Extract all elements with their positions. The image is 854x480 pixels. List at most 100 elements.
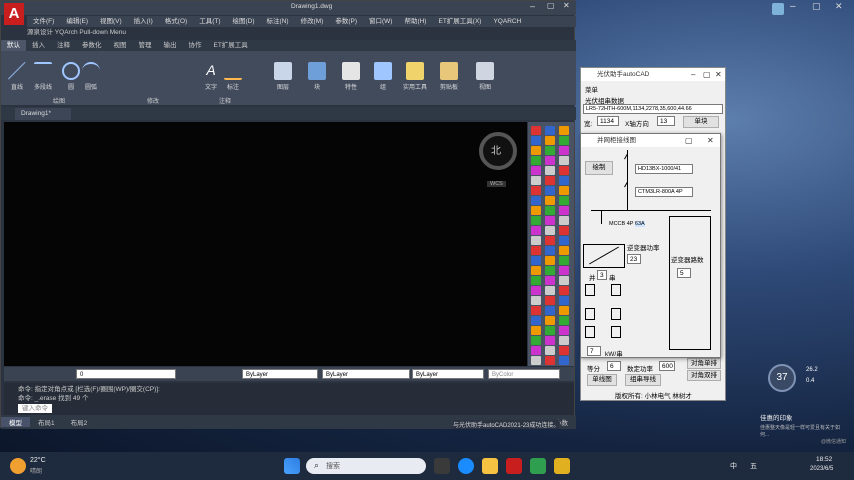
clipboard-tool[interactable]: 剪贴板	[435, 55, 463, 91]
tab-collaborate[interactable]: 协作	[183, 40, 208, 51]
palette-tool-icon[interactable]	[559, 246, 569, 255]
drawing-canvas[interactable]	[4, 122, 527, 366]
palette-tool-icon[interactable]	[545, 266, 555, 275]
command-input[interactable]: 键入命令	[18, 404, 52, 413]
palette-tool-icon[interactable]	[559, 326, 569, 335]
palette-tool-icon[interactable]	[559, 286, 569, 295]
dialog-menu[interactable]: 菜单	[585, 84, 598, 94]
palette-tool-icon[interactable]	[531, 206, 541, 215]
desktop-close-icon[interactable]: ✕	[835, 1, 843, 12]
palette-tool-icon[interactable]	[545, 256, 555, 265]
menu-yqarch[interactable]: YQARCH	[487, 16, 527, 27]
palette-tool-icon[interactable]	[559, 336, 569, 345]
menu-dimension[interactable]: 标注(N)	[261, 16, 295, 27]
panel-annotate-label[interactable]: 注释	[219, 96, 231, 105]
palette-tool-icon[interactable]	[531, 176, 541, 185]
palette-tool-icon[interactable]	[559, 156, 569, 165]
weather-icon[interactable]	[10, 458, 26, 474]
breaker1-input[interactable]: HD13BX-1000/41	[635, 164, 693, 174]
palette-tool-icon[interactable]	[559, 136, 569, 145]
palette-tool-icon[interactable]	[531, 256, 541, 265]
ime-indicator[interactable]: 五	[750, 461, 757, 471]
palette-tool-icon[interactable]	[545, 356, 555, 365]
palette-tool-icon[interactable]	[531, 276, 541, 285]
tab-insert[interactable]: 插入	[26, 40, 51, 51]
tab-layout2[interactable]: 布局2	[63, 417, 96, 427]
language-indicator[interactable]: 中	[730, 461, 737, 471]
autocad-logo[interactable]: A	[4, 3, 24, 25]
palette-tool-icon[interactable]	[545, 156, 555, 165]
palette-tool-icon[interactable]	[559, 266, 569, 275]
palette-tool-icon[interactable]	[545, 236, 555, 245]
palette-tool-icon[interactable]	[545, 246, 555, 255]
tab-manage[interactable]: 管理	[133, 40, 158, 51]
menu-window[interactable]: 窗口(W)	[363, 16, 398, 27]
tab-model[interactable]: 模型	[1, 417, 30, 427]
weather-temp[interactable]: 22°C	[30, 457, 46, 464]
palette-tool-icon[interactable]	[531, 336, 541, 345]
dialog-maximize-icon[interactable]: ▢	[703, 68, 711, 81]
dialog-close-icon[interactable]: ✕	[715, 68, 722, 81]
linetype-dropdown[interactable]: ByLayer	[322, 369, 410, 379]
layer-dropdown[interactable]: 0	[76, 369, 176, 379]
palette-tool-icon[interactable]	[559, 296, 569, 305]
notification-card[interactable]: 佳惠的印象 佳惠整天像是轻一样可爱且有关于如何... @微信通知	[760, 412, 846, 445]
palette-tool-icon[interactable]	[559, 146, 569, 155]
arc-tool[interactable]: 圆弧	[77, 55, 105, 91]
menu-edit[interactable]: 编辑(E)	[60, 16, 94, 27]
palette-tool-icon[interactable]	[545, 306, 555, 315]
palette-tool-icon[interactable]	[531, 226, 541, 235]
palette-tool-icon[interactable]	[531, 306, 541, 315]
menu-draw[interactable]: 绘图(D)	[227, 16, 261, 27]
explorer-icon[interactable]	[482, 458, 498, 474]
breaker2-input[interactable]: CTM3LR-800A 4P	[635, 187, 693, 197]
single-block-button[interactable]: 单块	[683, 116, 719, 128]
dimension-tool[interactable]: 标注	[219, 55, 247, 91]
palette-tool-icon[interactable]	[545, 296, 555, 305]
palette-tool-icon[interactable]	[559, 356, 569, 365]
palette-tool-icon[interactable]	[531, 126, 541, 135]
palette-tool-icon[interactable]	[545, 186, 555, 195]
palette-tool-icon[interactable]	[545, 196, 555, 205]
tab-drawing1[interactable]: Drawing1*	[15, 108, 71, 120]
kw-input[interactable]: 7	[587, 346, 601, 356]
tab-et[interactable]: ET扩展工具	[208, 40, 254, 51]
axis-input[interactable]: 13	[657, 116, 675, 126]
palette-tool-icon[interactable]	[559, 346, 569, 355]
palette-tool-icon[interactable]	[531, 326, 541, 335]
command-line[interactable]: 命令: 指定对角点或 [栏选(F)/圈围(WP)/圈交(CP)]: 命令: _.…	[4, 383, 574, 415]
tab-annotate[interactable]: 注释	[51, 40, 76, 51]
color-dropdown[interactable]: ByLayer	[242, 369, 318, 379]
menu-help[interactable]: 帮助(H)	[398, 16, 432, 27]
tab-parametric[interactable]: 参数化	[76, 40, 108, 51]
palette-tool-icon[interactable]	[545, 166, 555, 175]
clock-time[interactable]: 18:52	[816, 456, 832, 463]
palette-tool-icon[interactable]	[559, 126, 569, 135]
palette-tool-icon[interactable]	[559, 206, 569, 215]
panel-modify-label[interactable]: 修改	[147, 96, 159, 105]
palette-tool-icon[interactable]	[531, 216, 541, 225]
palette-tool-icon[interactable]	[531, 296, 541, 305]
menu-et[interactable]: ET扩展工具(X)	[432, 16, 487, 27]
wechat-icon[interactable]	[530, 458, 546, 474]
palette-tool-icon[interactable]	[531, 356, 541, 365]
utilities-tool[interactable]: 实用工具	[401, 55, 429, 91]
dialog2-close-icon[interactable]: ✕	[707, 134, 714, 147]
panel-draw-label[interactable]: 绘图	[53, 96, 65, 105]
start-icon[interactable]	[284, 458, 300, 474]
palette-tool-icon[interactable]	[559, 216, 569, 225]
palette-tool-icon[interactable]	[559, 236, 569, 245]
tab-view[interactable]: 视图	[108, 40, 133, 51]
draw-button[interactable]: 绘制	[585, 161, 613, 175]
app-icon[interactable]	[772, 3, 784, 15]
tab-default[interactable]: 默认	[1, 40, 26, 51]
inverter-power-input[interactable]: 23	[627, 254, 641, 264]
mccb-value[interactable]: 63A	[634, 221, 645, 227]
performance-widget[interactable]: 37	[768, 364, 796, 392]
palette-tool-icon[interactable]	[545, 276, 555, 285]
dialog2-titlebar[interactable]: 并网柜接线图	[581, 134, 720, 147]
inverter-count-input[interactable]: 5	[677, 268, 691, 278]
menu-format[interactable]: 格式(O)	[159, 16, 193, 27]
width-input[interactable]: 1134	[597, 116, 619, 126]
minimize-icon[interactable]: –	[530, 1, 535, 11]
